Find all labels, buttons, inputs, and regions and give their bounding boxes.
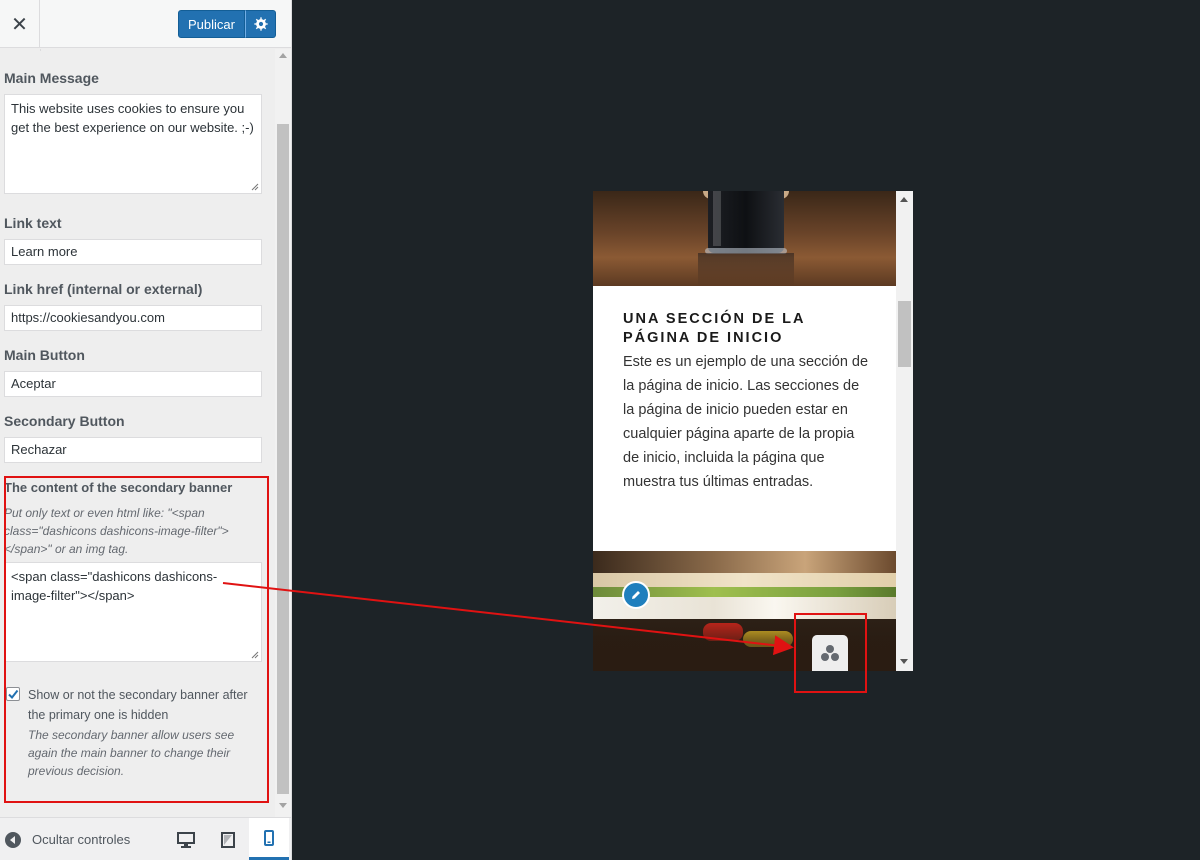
tablet-icon [221,831,235,848]
gear-icon [253,17,268,31]
secondary-button-label: Secondary Button [4,413,125,429]
close-customizer-button[interactable]: ✕ [0,0,40,48]
scroll-up-arrow-icon[interactable] [279,53,287,58]
close-icon: ✕ [11,12,28,36]
secondary-button-input[interactable]: Rechazar [4,437,262,463]
secondary-banner-label: The content of the secondary banner [4,480,233,495]
secondary-banner-description: Put only text or even html like: "<span … [4,506,229,556]
shadow-layer [593,619,896,671]
show-secondary-description: The secondary banner allow users see aga… [28,728,235,778]
scroll-down-arrow-icon[interactable] [900,659,908,664]
homepage-section-card: UNA SECCIÓN DE LA PÁGINA DE INICIO Este … [593,286,896,551]
link-text-input[interactable]: Learn more [4,239,262,265]
section-title: UNA SECCIÓN DE LA PÁGINA DE INICIO [623,311,805,346]
main-message-value: This website uses cookies to ensure you … [11,101,254,135]
table-reflection [698,253,794,286]
preview-scrollbar-thumb[interactable] [898,301,911,367]
pencil-icon [632,591,640,599]
preview-tablet-button[interactable] [208,818,248,860]
preview-mobile-button[interactable] [249,818,289,860]
show-secondary-label[interactable]: Show or not the secondary banner after t… [28,685,264,725]
customizer-sidebar: ✕ Publicar Main Message This website use… [0,0,292,860]
main-button-label: Main Button [4,347,85,363]
secondary-banner-textarea[interactable]: <span class="dashicons dashicons-image-f… [4,562,262,662]
hide-controls-button[interactable]: Ocultar controles [4,818,130,860]
hide-controls-label: Ocultar controles [32,832,131,847]
publish-button-group: Publicar [178,10,276,38]
customizer-header: ✕ Publicar [0,0,291,48]
resize-grip-icon[interactable] [251,183,259,191]
link-href-label: Link href (internal or external) [4,281,203,297]
secondary-banner-button[interactable] [812,635,848,671]
main-message-textarea[interactable]: This website uses cookies to ensure you … [4,94,262,194]
glass-shine [713,191,721,246]
sidebar-scrollbar-thumb[interactable] [277,124,289,794]
desktop-icon [177,831,195,848]
sidebar-scrollbar[interactable] [275,49,291,817]
checkmark-icon [8,689,19,700]
scroll-down-arrow-icon[interactable] [279,803,287,808]
main-message-label: Main Message [4,70,99,86]
image-filter-icon [821,645,839,661]
customizer-footer: Ocultar controles [0,817,291,860]
edit-shortcut-button[interactable] [622,581,650,609]
show-secondary-checkbox[interactable] [6,687,20,701]
preview-desktop-button[interactable] [166,818,206,860]
main-button-input[interactable]: Aceptar [4,371,262,397]
preview-content: UNA SECCIÓN DE LA PÁGINA DE INICIO Este … [593,191,896,671]
publish-settings-button[interactable] [245,10,276,38]
resize-grip-icon[interactable] [251,651,259,659]
sandwich-image [593,551,896,671]
section-body: Este es un ejemplo de una sección de la … [623,354,869,490]
secondary-banner-value: <span class="dashicons dashicons-image-f… [11,569,218,603]
publish-button[interactable]: Publicar [178,10,245,38]
preview-scrollbar[interactable] [896,191,913,671]
divider [40,49,41,51]
site-preview-mobile[interactable]: UNA SECCIÓN DE LA PÁGINA DE INICIO Este … [593,191,913,671]
link-text-label: Link text [4,215,62,231]
controls-panel: Main Message This website uses cookies t… [0,49,275,817]
mobile-icon [264,829,274,846]
scroll-up-arrow-icon[interactable] [900,197,908,202]
link-href-input[interactable]: https://cookiesandyou.com [4,305,262,331]
collapse-arrow-icon [5,831,21,848]
coffee-image [593,191,896,286]
